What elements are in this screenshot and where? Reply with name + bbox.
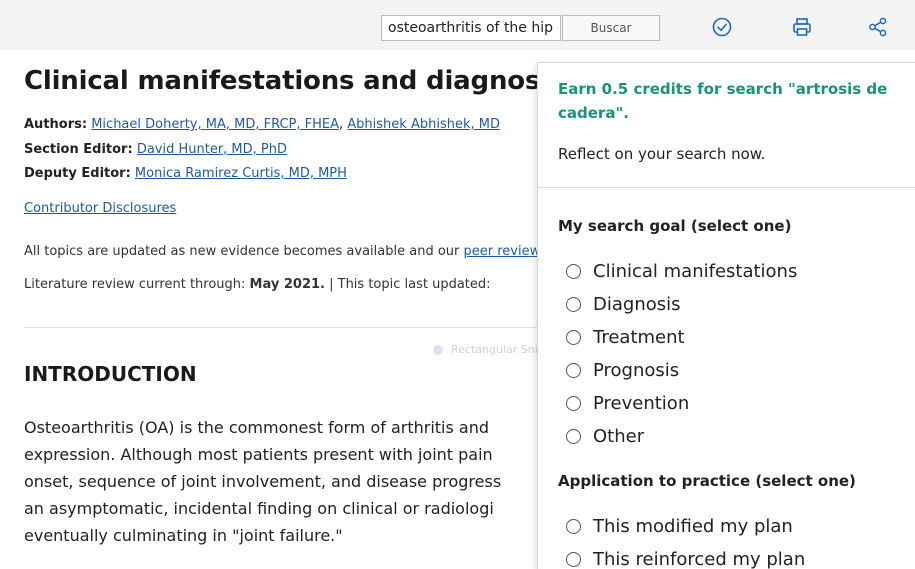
deputy-editor-line: Deputy Editor: Monica Ramirez Curtis, MD…	[24, 166, 347, 181]
contributor-disclosures-link[interactable]: Contributor Disclosures	[24, 201, 176, 216]
introduction-heading: INTRODUCTION	[24, 362, 197, 386]
search-button[interactable]: Buscar	[562, 15, 660, 41]
check-circle-icon[interactable]	[711, 16, 733, 38]
authors-line: Authors: Michael Doherty, MA, MD, FRCP, …	[24, 117, 500, 132]
radio-button[interactable]	[566, 263, 581, 279]
radio-button[interactable]	[566, 428, 581, 444]
print-icon[interactable]	[791, 16, 813, 38]
radio-button[interactable]	[566, 362, 581, 378]
radio-option[interactable]: Clinical manifestations	[566, 259, 797, 283]
divider	[24, 327, 544, 328]
top-toolbar: Buscar	[0, 0, 915, 50]
introduction-text: Osteoarthritis (OA) is the commonest for…	[24, 418, 502, 545]
reflect-prompt: Reflect on your search now.	[558, 145, 766, 163]
radio-option[interactable]: This reinforced my plan	[566, 547, 805, 569]
search-goal-title: My search goal (select one)	[558, 217, 792, 235]
search-input[interactable]	[381, 15, 561, 41]
deputy-editor-link[interactable]: Monica Ramirez Curtis, MD, MPH	[135, 166, 347, 181]
author-link[interactable]: Abhishek Abhishek, MD	[347, 117, 500, 132]
section-editor-link[interactable]: David Hunter, MD, PhD	[137, 142, 287, 157]
radio-option[interactable]: Treatment	[566, 325, 685, 349]
radio-option[interactable]: Prevention	[566, 391, 689, 415]
application-practice-title: Application to practice (select one)	[558, 472, 856, 490]
radio-option[interactable]: This modified my plan	[566, 514, 793, 538]
panel-header: Earn 0.5 credits for search "artrosis de…	[538, 63, 915, 188]
snip-icon	[433, 345, 443, 355]
section-editor-line: Section Editor: David Hunter, MD, PhD	[24, 142, 288, 157]
contributor-disclosures-line: Contributor Disclosures	[24, 200, 176, 218]
literature-review-line: Literature review current through: May 2…	[24, 277, 491, 292]
share-icon[interactable]	[867, 16, 889, 38]
radio-button[interactable]	[566, 329, 581, 345]
author-link[interactable]: Michael Doherty, MA, MD, FRCP, FHEA	[91, 117, 339, 132]
credits-message: Earn 0.5 credits for search "artrosis de…	[558, 80, 888, 122]
radio-button[interactable]	[566, 395, 581, 411]
radio-option[interactable]: Prognosis	[566, 358, 679, 382]
radio-button[interactable]	[566, 551, 581, 567]
radio-option[interactable]: Other	[566, 424, 644, 448]
reflection-panel: Earn 0.5 credits for search "artrosis de…	[537, 62, 915, 569]
radio-option[interactable]: Diagnosis	[566, 292, 681, 316]
radio-button[interactable]	[566, 296, 581, 312]
snip-overlay-label: Rectangular Snip	[433, 343, 545, 356]
radio-button[interactable]	[566, 518, 581, 534]
